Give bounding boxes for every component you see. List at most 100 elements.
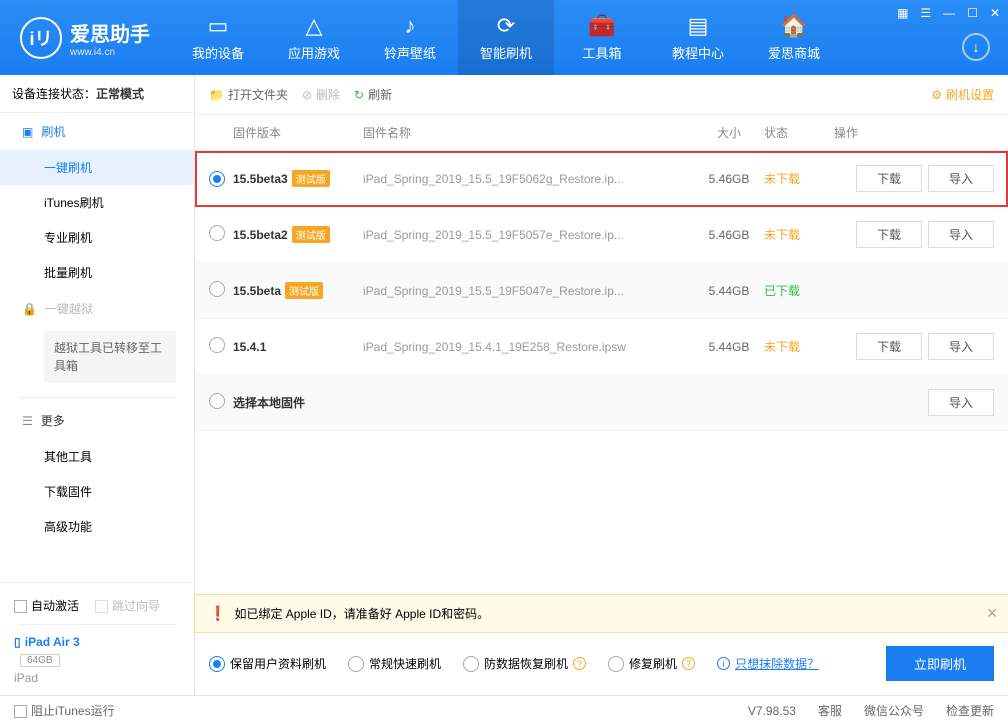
table-row[interactable]: 选择本地固件导入 xyxy=(195,375,1008,431)
sidebar-item-more-0[interactable]: 其他工具 xyxy=(0,439,194,474)
delete-button[interactable]: ⊘删除 xyxy=(302,86,340,103)
flash-option-0[interactable]: 保留用户资料刷机 xyxy=(209,655,326,672)
erase-data-link[interactable]: 只想抹除数据？ xyxy=(735,655,819,672)
flash-head-label: 刷机 xyxy=(41,123,65,140)
import-button[interactable]: 导入 xyxy=(928,333,994,360)
wechat-link[interactable]: 微信公众号 xyxy=(864,702,924,719)
firmware-size: 5.46GB xyxy=(694,228,764,242)
tab-label: 应用游戏 xyxy=(288,43,340,62)
firmware-size: 5.46GB xyxy=(694,172,764,186)
firmware-version: 15.4.1 xyxy=(233,340,266,354)
more-label: 更多 xyxy=(41,412,65,429)
jailbreak-label: 一键越狱 xyxy=(45,300,93,317)
firmware-status: 未下载 xyxy=(764,338,834,355)
flash-option-3[interactable]: 修复刷机? xyxy=(608,655,695,672)
conn-label: 设备连接状态： xyxy=(12,87,96,101)
flash-option-1[interactable]: 常规快速刷机 xyxy=(348,655,441,672)
sidebar-flash-header[interactable]: ▣ 刷机 xyxy=(0,113,194,150)
option-label: 常规快速刷机 xyxy=(369,655,441,672)
option-radio[interactable] xyxy=(463,656,479,672)
row-radio[interactable] xyxy=(209,393,225,409)
tab-store[interactable]: 🏠爱思商城 xyxy=(746,0,842,75)
row-radio[interactable] xyxy=(209,281,225,297)
tab-book[interactable]: ▤教程中心 xyxy=(650,0,746,75)
version-label: V7.98.53 xyxy=(748,704,796,718)
firmware-name: iPad_Spring_2019_15.4.1_19E258_Restore.i… xyxy=(363,340,694,354)
tab-refresh[interactable]: ⟳智能刷机 xyxy=(458,0,554,75)
help-icon[interactable]: ? xyxy=(682,657,695,670)
table-row[interactable]: 15.5beta2测试版iPad_Spring_2019_15.5_19F505… xyxy=(195,207,1008,263)
sidebar-item-flash-0[interactable]: 一键刷机 xyxy=(0,150,194,185)
sidebar-item-more-2[interactable]: 高级功能 xyxy=(0,509,194,544)
tab-toolbox[interactable]: 🧰工具箱 xyxy=(554,0,650,75)
skip-guide-label: 跳过向导 xyxy=(112,599,160,613)
table-row[interactable]: 15.5beta测试版iPad_Spring_2019_15.5_19F5047… xyxy=(195,263,1008,319)
option-radio[interactable] xyxy=(608,656,624,672)
firmware-status: 已下载 xyxy=(764,282,834,299)
download-manager-icon[interactable]: ↓ xyxy=(962,33,990,61)
tab-apps[interactable]: △ 应用游戏 xyxy=(266,0,362,75)
divider xyxy=(18,624,176,625)
sidebar: 设备连接状态：正常模式 ▣ 刷机 一键刷机iTunes刷机专业刷机批量刷机 🔒 … xyxy=(0,75,195,695)
row-radio[interactable] xyxy=(209,337,225,353)
table-row[interactable]: 15.4.1 iPad_Spring_2019_15.4.1_19E258_Res… xyxy=(195,319,1008,375)
sidebar-item-flash-2[interactable]: 专业刷机 xyxy=(0,220,194,255)
main-tabs: ▭ 我的设备 △ 应用游戏 ♪铃声壁纸⟳智能刷机🧰工具箱▤教程中心🏠爱思商城 xyxy=(170,0,842,75)
sidebar-item-flash-1[interactable]: iTunes刷机 xyxy=(0,185,194,220)
import-button[interactable]: 导入 xyxy=(928,165,994,192)
download-button[interactable]: 下载 xyxy=(856,221,922,248)
open-folder-button[interactable]: 📁打开文件夹 xyxy=(209,86,288,103)
device-name[interactable]: ▯ iPad Air 3 xyxy=(0,629,194,650)
auto-activate-checkbox[interactable]: 自动激活 xyxy=(14,597,79,614)
logo-icon: iリ xyxy=(20,17,62,59)
option-radio[interactable] xyxy=(209,656,225,672)
gear-icon: ⚙ xyxy=(931,88,942,102)
firmware-status: 未下载 xyxy=(764,170,834,187)
info-icon[interactable]: i xyxy=(717,657,730,670)
firmware-status: 未下载 xyxy=(764,226,834,243)
firmware-list: 15.5beta3测试版iPad_Spring_2019_15.5_19F506… xyxy=(195,151,1008,431)
sidebar-more-header[interactable]: ☰ 更多 xyxy=(0,402,194,439)
col-version: 固件版本 xyxy=(233,124,363,141)
sidebar-jailbreak: 🔒 一键越狱 xyxy=(0,290,194,327)
block-itunes-checkbox[interactable]: 阻止iTunes运行 xyxy=(14,702,115,719)
download-button[interactable]: 下载 xyxy=(856,165,922,192)
refresh-icon: ⟳ xyxy=(497,13,515,39)
delete-icon: ⊘ xyxy=(302,88,312,102)
flash-options: 保留用户资料刷机 常规快速刷机 防数据恢复刷机? 修复刷机? i 只想抹除数据？ 立即刷机 xyxy=(195,632,1008,695)
option-label: 保留用户资料刷机 xyxy=(230,655,326,672)
win-min-icon[interactable]: — xyxy=(941,4,957,22)
download-button[interactable]: 下载 xyxy=(856,333,922,360)
toolbox-icon: 🧰 xyxy=(588,13,615,39)
skip-guide-checkbox[interactable]: 跳过向导 xyxy=(95,597,160,614)
win-close-icon[interactable]: ✕ xyxy=(988,4,1002,22)
option-radio[interactable] xyxy=(348,656,364,672)
row-radio[interactable] xyxy=(209,225,225,241)
check-update-link[interactable]: 检查更新 xyxy=(946,702,994,719)
table-row[interactable]: 15.5beta3测试版iPad_Spring_2019_15.5_19F506… xyxy=(195,151,1008,207)
sidebar-item-flash-3[interactable]: 批量刷机 xyxy=(0,255,194,290)
win-menu-icon[interactable]: ☰ xyxy=(918,4,933,22)
win-style-icon[interactable]: ▦ xyxy=(895,4,910,22)
flash-now-button[interactable]: 立即刷机 xyxy=(886,646,994,681)
flash-settings-button[interactable]: ⚙刷机设置 xyxy=(931,86,994,103)
apps-icon: △ xyxy=(306,13,323,39)
divider xyxy=(18,397,176,398)
service-link[interactable]: 客服 xyxy=(818,702,842,719)
store-icon: 🏠 xyxy=(780,13,807,39)
tab-music[interactable]: ♪铃声壁纸 xyxy=(362,0,458,75)
alert-text: 如已绑定 Apple ID，请准备好 Apple ID和密码。 xyxy=(234,605,489,622)
import-button[interactable]: 导入 xyxy=(928,221,994,248)
refresh-button[interactable]: ↻刷新 xyxy=(354,86,392,103)
help-icon[interactable]: ? xyxy=(573,657,586,670)
tab-label: 我的设备 xyxy=(192,43,244,62)
import-button[interactable]: 导入 xyxy=(928,389,994,416)
firmware-name: iPad_Spring_2019_15.5_19F5057e_Restore.i… xyxy=(363,228,694,242)
flash-option-2[interactable]: 防数据恢复刷机? xyxy=(463,655,586,672)
tab-phone[interactable]: ▭ 我的设备 xyxy=(170,0,266,75)
sidebar-item-more-1[interactable]: 下载固件 xyxy=(0,474,194,509)
close-icon[interactable]: ✕ xyxy=(986,605,998,622)
row-radio[interactable] xyxy=(209,171,225,187)
win-max-icon[interactable]: ☐ xyxy=(965,4,980,22)
phone-icon: ▭ xyxy=(208,13,229,39)
